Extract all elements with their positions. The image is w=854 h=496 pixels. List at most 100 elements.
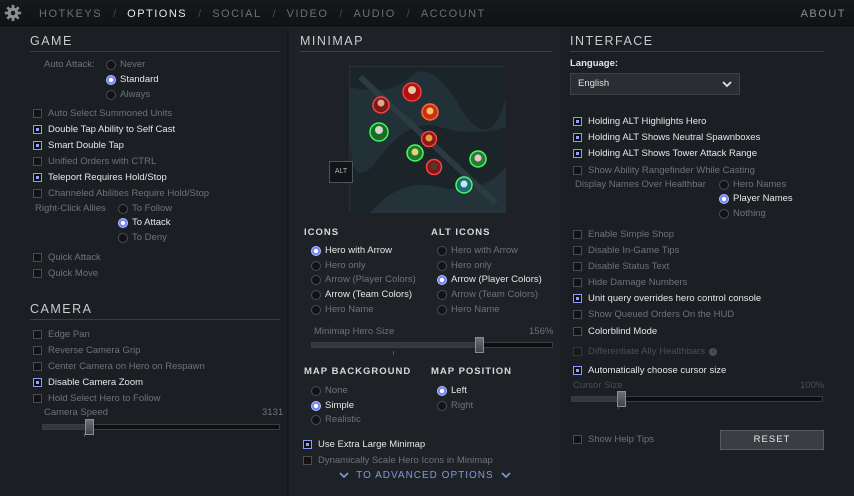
advanced-options-link[interactable]: TO ADVANCED OPTIONS	[289, 470, 561, 481]
checkbox-smart-double-tap[interactable]: Smart Double Tap	[33, 140, 124, 151]
map-pos-right[interactable]: Right	[437, 400, 473, 411]
tab-account[interactable]: ACCOUNT	[410, 8, 497, 20]
checkbox-label: Channeled Abilities Require Hold/Stop	[48, 188, 210, 199]
tab-options[interactable]: OPTIONS	[116, 8, 198, 20]
camera-speed-slider[interactable]	[42, 419, 280, 435]
radio-label: To Follow	[132, 203, 173, 214]
checkbox-dynamic-scale-icons[interactable]: Dynamically Scale Hero Icons in Minimap	[303, 455, 493, 466]
tab-hotkeys[interactable]: HOTKEYS	[28, 8, 113, 20]
checkbox-disable-status-text[interactable]: Disable Status Text	[573, 261, 669, 272]
divider	[30, 319, 280, 320]
radio-button	[311, 304, 321, 315]
checkbox-ally-healthbars[interactable]: Differentiate Ally Healthbars i	[573, 346, 718, 357]
checkbox-label: Holding ALT Shows Neutral Spawnboxes	[588, 132, 761, 143]
checkbox-alt-tower-range[interactable]: Holding ALT Shows Tower Attack Range	[573, 148, 757, 159]
checkbox	[573, 117, 582, 126]
map-bg-simple[interactable]: Simple	[311, 400, 354, 411]
alt-icons-arrow-team-colors[interactable]: Arrow (Team Colors)	[437, 289, 538, 300]
display-names-player[interactable]: Player Names	[719, 193, 793, 204]
checkbox-simple-shop[interactable]: Enable Simple Shop	[573, 229, 674, 240]
checkbox-queued-orders-hud[interactable]: Show Queued Orders On the HUD	[573, 309, 734, 320]
checkbox-quick-attack[interactable]: Quick Attack	[33, 252, 101, 263]
icons-arrow-player-colors[interactable]: Arrow (Player Colors)	[311, 274, 416, 285]
language-select[interactable]: English	[570, 73, 740, 95]
checkbox-teleport-hold-stop[interactable]: Teleport Requires Hold/Stop	[33, 172, 167, 183]
checkbox-colorblind-mode[interactable]: Colorblind Mode	[573, 326, 657, 337]
reset-button[interactable]: RESET	[720, 430, 824, 450]
camera-speed-thumb[interactable]	[85, 419, 95, 435]
auto-attack-never[interactable]: Never	[106, 59, 145, 70]
checkbox	[573, 278, 582, 287]
radio-label: Nothing	[733, 208, 766, 219]
checkbox	[33, 157, 42, 166]
divider	[30, 51, 280, 52]
radio-label: Hero only	[325, 260, 366, 271]
checkbox-quick-move[interactable]: Quick Move	[33, 268, 98, 279]
checkbox-show-help-tips[interactable]: Show Help Tips	[573, 434, 654, 445]
radio-label: Hero Names	[733, 179, 787, 190]
radio-button	[719, 179, 729, 190]
checkbox-disable-camera-zoom[interactable]: Disable Camera Zoom	[33, 377, 143, 388]
about-link[interactable]: ABOUT	[801, 8, 846, 20]
tab-social[interactable]: SOCIAL	[201, 8, 272, 20]
right-click-to-follow[interactable]: To Follow	[118, 203, 172, 214]
icons-arrow-team-colors[interactable]: Arrow (Team Colors)	[311, 289, 412, 300]
alt-icons-hero-name[interactable]: Hero Name	[437, 304, 500, 315]
checkbox-alt-highlights-hero[interactable]: Holding ALT Highlights Hero	[573, 116, 706, 127]
auto-attack-always[interactable]: Always	[106, 89, 150, 100]
checkbox-center-camera-respawn[interactable]: Center Camera on Hero on Respawn	[33, 361, 205, 372]
auto-attack-standard[interactable]: Standard	[106, 74, 159, 85]
minimap-hero-size-slider[interactable]	[311, 337, 553, 353]
alt-key-icon: ALT	[329, 161, 353, 183]
alt-icons-arrow-player-colors[interactable]: Arrow (Player Colors)	[437, 274, 542, 285]
checkbox-double-tap-self-cast[interactable]: Double Tap Ability to Self Cast	[33, 124, 175, 135]
gear-icon[interactable]	[4, 4, 22, 22]
checkbox-ability-rangefinder[interactable]: Show Ability Rangefinder While Casting	[573, 165, 755, 176]
checkbox-channeled-hold-stop[interactable]: Channeled Abilities Require Hold/Stop	[33, 188, 209, 199]
alt-icons-hero-only[interactable]: Hero only	[437, 260, 492, 271]
checkbox-label: Quick Move	[48, 268, 99, 279]
checkbox	[573, 347, 582, 356]
hero-size-thumb[interactable]	[475, 337, 484, 353]
cursor-size-slider[interactable]	[571, 391, 823, 407]
right-click-to-attack[interactable]: To Attack	[118, 217, 171, 228]
checkbox-label: Double Tap Ability to Self Cast	[48, 124, 176, 135]
checkbox-auto-cursor-size[interactable]: Automatically choose cursor size	[573, 365, 726, 376]
auto-attack-label-text: Auto Attack:	[44, 59, 95, 70]
checkbox-reverse-camera-grip[interactable]: Reverse Camera Grip	[33, 345, 140, 356]
checkbox-extra-large-minimap[interactable]: Use Extra Large Minimap	[303, 439, 425, 450]
map-bg-none[interactable]: None	[311, 385, 348, 396]
checkbox-unit-query-override[interactable]: Unit query overrides hero control consol…	[573, 293, 761, 304]
tab-audio[interactable]: AUDIO	[342, 8, 406, 20]
display-names-label: Display Names Over Healthbar	[575, 179, 706, 190]
checkbox-label: Center Camera on Hero on Respawn	[48, 361, 205, 372]
alt-icons-title: ALT ICONS	[431, 227, 491, 238]
map-bg-realistic[interactable]: Realistic	[311, 414, 361, 425]
checkbox-hide-damage-numbers[interactable]: Hide Damage Numbers	[573, 277, 687, 288]
checkbox-disable-tips[interactable]: Disable In-Game Tips	[573, 245, 679, 256]
checkbox-edge-pan[interactable]: Edge Pan	[33, 329, 90, 340]
alt-icons-hero-with-arrow[interactable]: Hero with Arrow	[437, 245, 518, 256]
icons-hero-only[interactable]: Hero only	[311, 260, 366, 271]
checkbox	[33, 394, 42, 403]
checkbox-label: Holding ALT Highlights Hero	[588, 116, 707, 127]
display-names-nothing[interactable]: Nothing	[719, 208, 766, 219]
checkbox-auto-select-summoned[interactable]: Auto Select Summoned Units	[33, 108, 172, 119]
minimap-section-title: MINIMAP	[300, 34, 364, 48]
checkbox	[303, 456, 312, 465]
map-pos-left[interactable]: Left	[437, 385, 467, 396]
icons-hero-with-arrow[interactable]: Hero with Arrow	[311, 245, 392, 256]
checkbox-hold-select-follow[interactable]: Hold Select Hero to Follow	[33, 393, 160, 404]
divider	[300, 51, 552, 52]
right-click-to-deny[interactable]: To Deny	[118, 232, 167, 243]
checkbox-unified-orders[interactable]: Unified Orders with CTRL	[33, 156, 156, 167]
checkbox-alt-neutral-spawnboxes[interactable]: Holding ALT Shows Neutral Spawnboxes	[573, 132, 760, 143]
display-names-hero[interactable]: Hero Names	[719, 179, 786, 190]
tab-video[interactable]: VIDEO	[276, 8, 340, 20]
icons-hero-name[interactable]: Hero Name	[311, 304, 374, 315]
info-icon[interactable]: i	[709, 347, 718, 356]
language-label: Language:	[570, 58, 618, 69]
checkbox-label: Enable Simple Shop	[588, 229, 675, 240]
game-section-title: GAME	[30, 34, 73, 48]
checkbox-label: Dynamically Scale Hero Icons in Minimap	[318, 455, 493, 466]
